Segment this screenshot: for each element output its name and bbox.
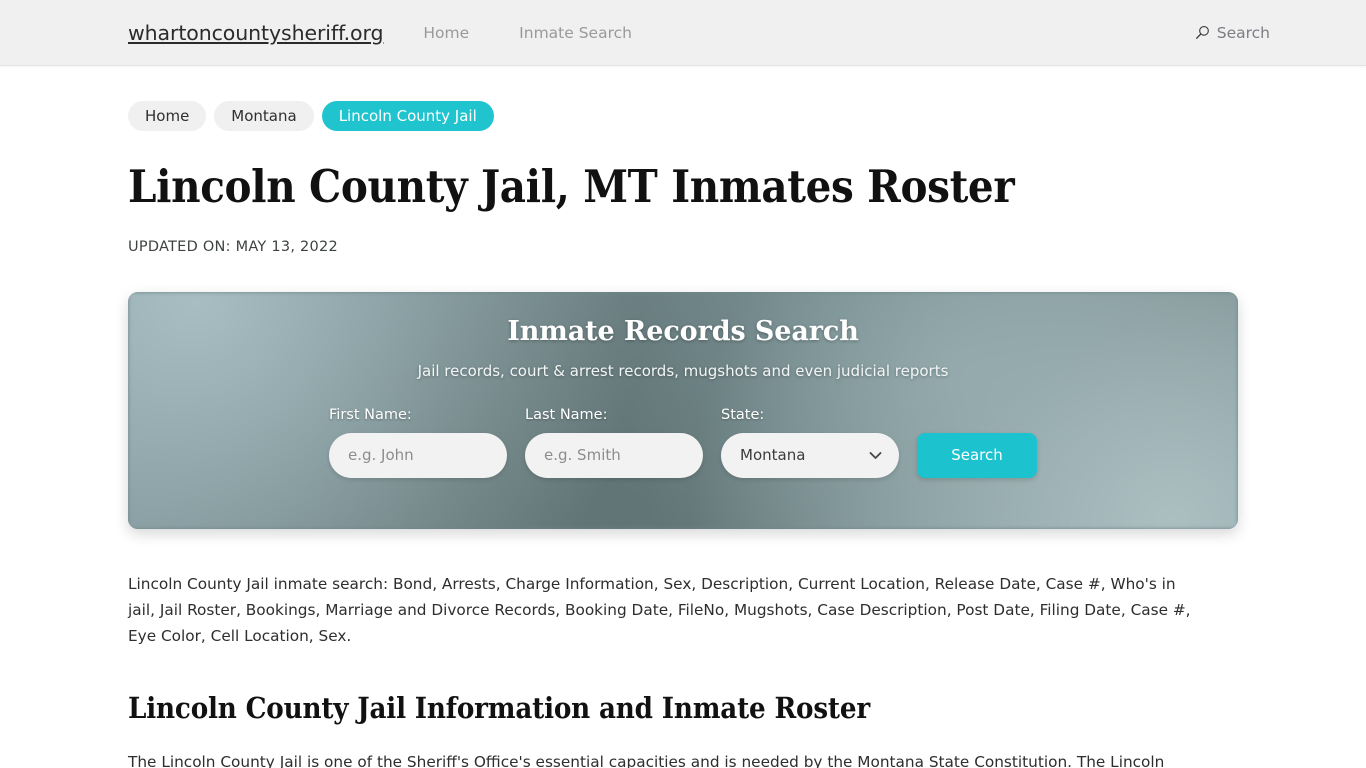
inmate-search-form: First Name: Last Name: State: Montana <box>329 407 1037 478</box>
site-header: whartoncountysheriff.org Home Inmate Sea… <box>0 0 1366 66</box>
section-title: Lincoln County Jail Information and Inma… <box>128 691 870 726</box>
state-field-group: State: Montana <box>721 407 899 478</box>
state-label: State: <box>721 406 765 423</box>
keywords-paragraph: Lincoln County Jail inmate search: Bond,… <box>128 574 1191 646</box>
nav-item-inmate-search[interactable]: Inmate Search <box>519 24 632 42</box>
breadcrumb: Home Montana Lincoln County Jail <box>128 66 1238 131</box>
breadcrumb-item-montana[interactable]: Montana <box>214 101 314 131</box>
body-paragraph: The Lincoln County Jail is one of the Sh… <box>128 753 1165 768</box>
page-content: Home Montana Lincoln County Jail Lincoln… <box>0 66 1366 768</box>
last-name-input[interactable] <box>525 432 703 478</box>
header-search-toggle[interactable]: Search <box>1195 24 1270 42</box>
last-name-label: Last Name: <box>525 406 608 423</box>
first-name-field-group: First Name: <box>329 407 507 478</box>
site-logo[interactable]: whartoncountysheriff.org <box>128 21 383 45</box>
inmate-records-search-panel: Inmate Records Search Jail records, cour… <box>128 291 1238 529</box>
breadcrumb-item-lincoln-county-jail[interactable]: Lincoln County Jail <box>321 101 494 131</box>
page-title: Lincoln County Jail, MT Inmates Roster <box>128 160 1015 213</box>
header-search-label: Search <box>1216 23 1270 42</box>
search-panel-subtitle: Jail records, court & arrest records, mu… <box>417 361 949 380</box>
last-name-field-group: Last Name: <box>525 407 703 478</box>
first-name-input[interactable] <box>329 432 507 478</box>
breadcrumb-item-home[interactable]: Home <box>128 101 207 131</box>
last-updated-date: UPDATED ON: MAY 13, 2022 <box>128 238 338 255</box>
nav-item-home[interactable]: Home <box>423 24 469 42</box>
search-submit-button[interactable]: Search <box>917 432 1037 478</box>
first-name-label: First Name: <box>329 406 412 423</box>
search-icon <box>1195 25 1210 40</box>
state-select[interactable]: Montana <box>721 432 899 478</box>
main-nav: Home Inmate Search <box>423 24 632 42</box>
search-panel-title: Inmate Records Search <box>507 315 859 347</box>
